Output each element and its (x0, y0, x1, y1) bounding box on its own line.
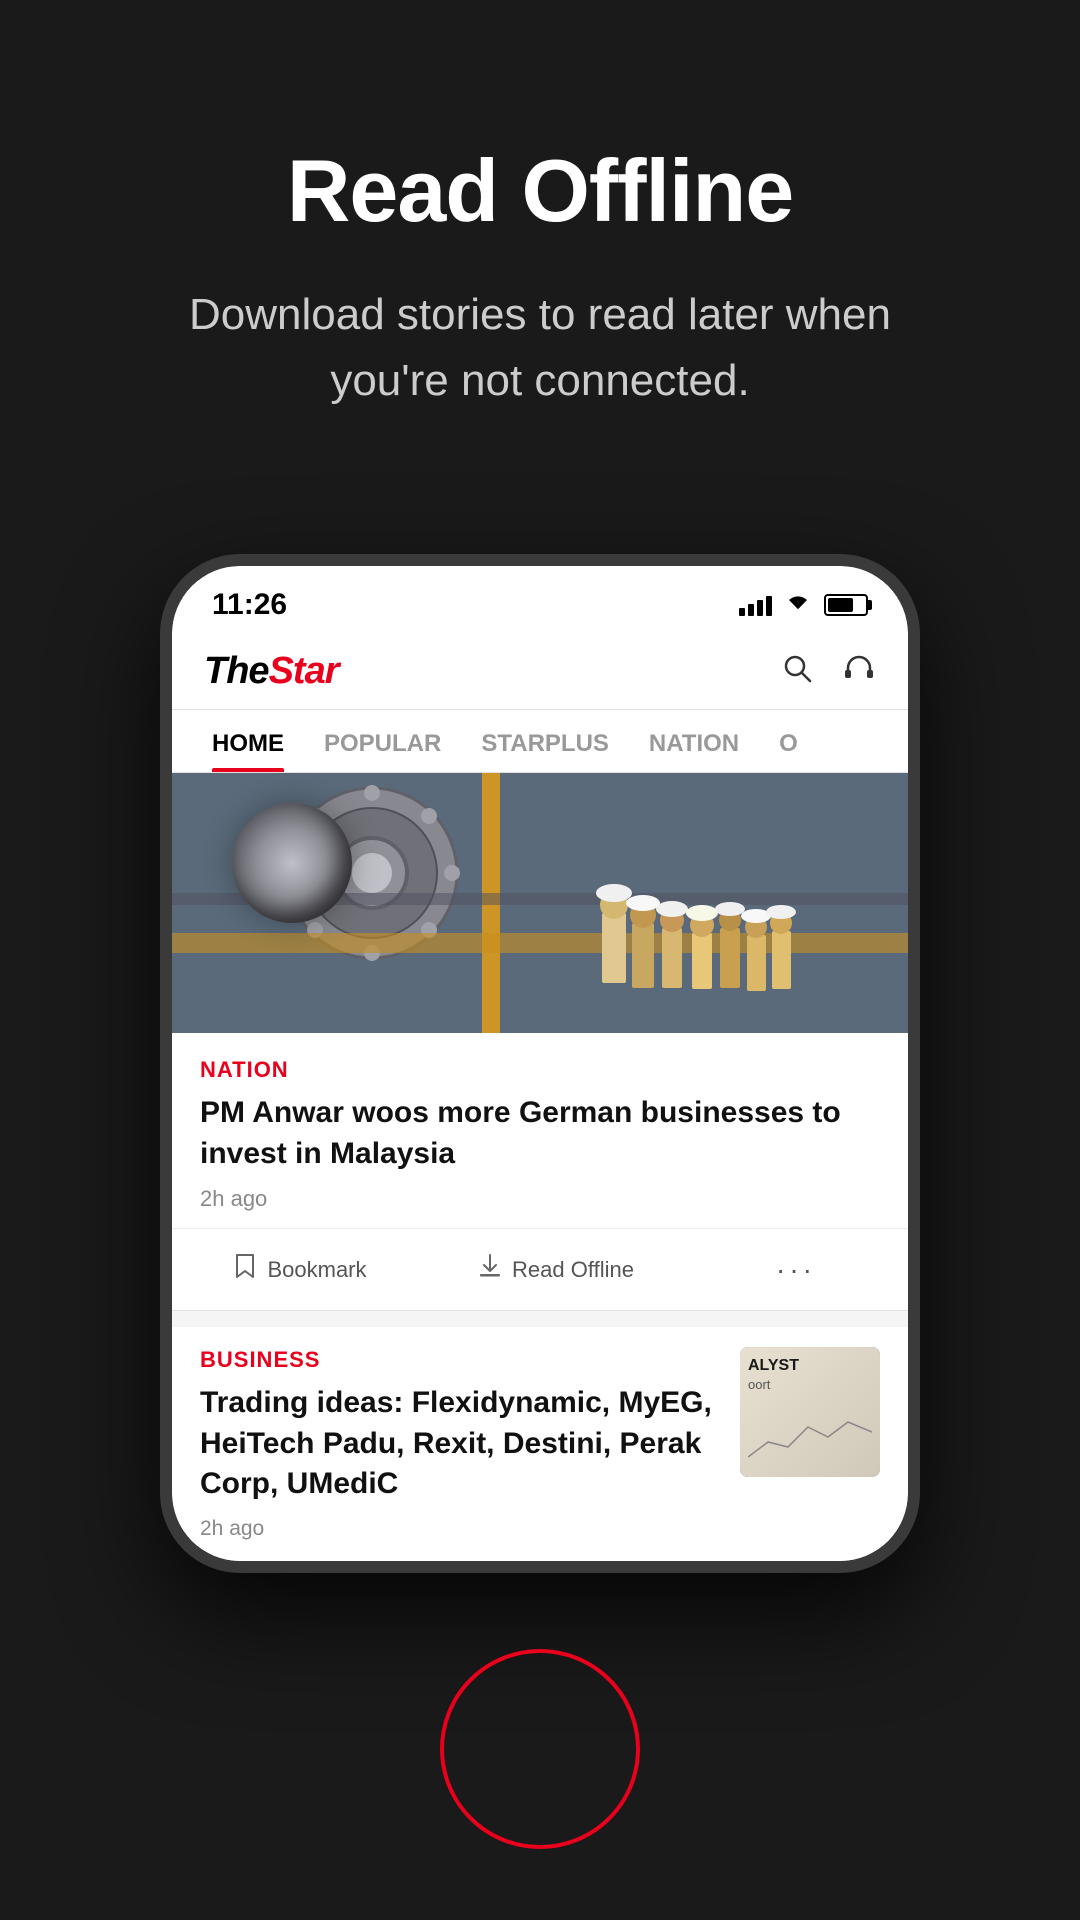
app-header: The Star (172, 634, 908, 710)
download-icon (478, 1253, 502, 1286)
report-label: ALYST (748, 1357, 872, 1375)
article-actions-1: Bookmark Read Offline ··· (172, 1228, 908, 1310)
wifi-icon (784, 591, 812, 619)
article-category-2: BUSINESS (200, 1347, 720, 1373)
tab-more[interactable]: O (759, 710, 818, 772)
hero-section: Read Offline Download stories to read la… (0, 0, 1080, 494)
article-card-1: NATION PM Anwar woos more German busines… (172, 773, 908, 1310)
bookmark-icon (233, 1253, 257, 1286)
article-meta-1: NATION PM Anwar woos more German busines… (172, 1033, 908, 1212)
article-image-1 (172, 773, 908, 1033)
report-sub: oort (748, 1377, 872, 1392)
hero-title: Read Offline (287, 140, 793, 242)
app-logo: The Star (204, 650, 338, 693)
signal-icon (739, 594, 772, 616)
tab-starplus[interactable]: STARPLUS (461, 710, 629, 772)
article-divider (172, 1310, 908, 1311)
more-options-button[interactable]: ··· (684, 1233, 908, 1306)
tab-popular[interactable]: POPULAR (304, 710, 461, 772)
nav-tabs: HOME POPULAR STARPLUS NATION O (172, 710, 908, 773)
article-card-2[interactable]: BUSINESS Trading ideas: Flexidynamic, My… (172, 1327, 908, 1561)
article-category-1: NATION (200, 1057, 880, 1083)
phone-screen: 11:26 (172, 566, 908, 1561)
hero-subtitle: Download stories to read later when you'… (130, 282, 950, 414)
bookmark-button[interactable]: Bookmark (172, 1233, 428, 1306)
tab-nation[interactable]: NATION (629, 710, 759, 772)
article-title-1: PM Anwar woos more German businesses to … (200, 1093, 880, 1174)
article-title-2: Trading ideas: Flexidynamic, MyEG, HeiTe… (200, 1383, 720, 1505)
search-icon[interactable] (780, 651, 814, 693)
read-offline-button[interactable]: Read Offline (428, 1233, 684, 1306)
status-time: 11:26 (212, 588, 287, 622)
headphone-icon[interactable] (842, 651, 876, 693)
battery-icon (824, 594, 868, 616)
phone-frame: 11:26 (160, 554, 920, 1573)
article-time-1: 2h ago (200, 1186, 880, 1212)
article-2-text: BUSINESS Trading ideas: Flexidynamic, My… (200, 1347, 720, 1541)
phone-mockup: 11:26 (160, 554, 920, 1573)
read-offline-highlight-circle (440, 1649, 640, 1849)
logo-the: The (204, 650, 269, 693)
logo-star: Star (269, 650, 339, 693)
status-bar: 11:26 (172, 566, 908, 634)
article-time-2: 2h ago (200, 1517, 720, 1541)
status-icons (739, 591, 868, 619)
header-icons (780, 651, 876, 693)
tab-home[interactable]: HOME (192, 710, 304, 772)
article-image-2: ALYST oort (740, 1347, 880, 1477)
